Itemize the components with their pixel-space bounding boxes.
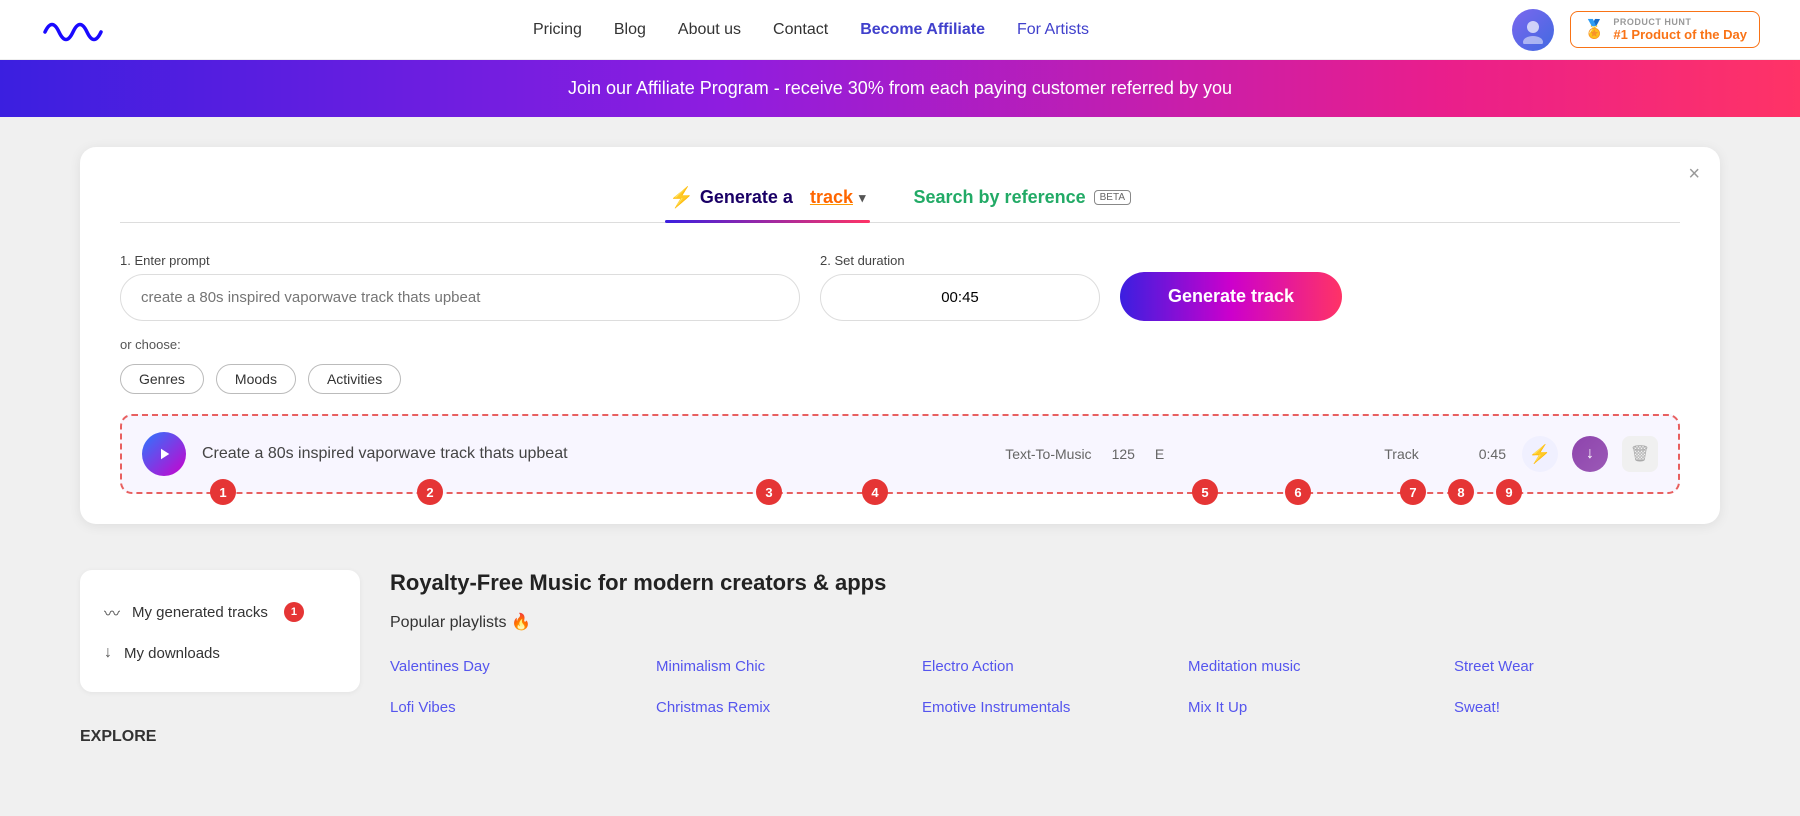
nav-affiliate[interactable]: Become Affiliate [860,21,985,39]
playlist-sweat[interactable]: Sweat! [1454,693,1720,722]
playlist-meditation-music[interactable]: Meditation music [1188,652,1454,681]
prompt-input[interactable] [120,274,800,321]
nav-pricing[interactable]: Pricing [533,21,582,39]
duration-input[interactable] [820,274,1100,321]
nav-contact[interactable]: Contact [773,21,828,39]
tracks-area: Royalty-Free Music for modern creators &… [390,570,1720,754]
form-row: 1. Enter prompt 2. Set duration Generate… [120,253,1680,321]
download-icon: ↓ [104,644,112,662]
generated-label: My generated tracks [132,604,268,621]
tab-search-text: Search by reference [914,187,1086,208]
bottom-section: 〰 My generated tracks 1 ↓ My downloads E… [0,570,1800,754]
track-label: Track [1384,446,1418,462]
nav-artists[interactable]: For Artists [1017,21,1089,39]
prompt-label: 1. Enter prompt [120,253,800,268]
beta-badge: BETA [1094,190,1131,205]
bubble-8: 8 [1448,479,1474,505]
playlist-electro-action[interactable]: Electro Action [922,652,1188,681]
track-type: Text-To-Music [1005,446,1091,462]
sidebar-item-downloads[interactable]: ↓ My downloads [104,634,336,672]
tab-search[interactable]: Search by reference BETA [910,177,1136,222]
bubble-9: 9 [1496,479,1522,505]
track-key: E [1155,446,1164,462]
navbar-right: 🏅 PRODUCT HUNT #1 Product of the Day [1512,9,1760,51]
affiliate-banner[interactable]: Join our Affiliate Program - receive 30%… [0,60,1800,117]
ph-label: PRODUCT HUNT [1613,17,1747,27]
nav-about[interactable]: About us [678,21,741,39]
bubble-6: 6 [1285,479,1311,505]
tabs: ⚡ Generate a track ▾ Search by reference… [120,177,1680,223]
delete-button[interactable]: 🗑 [1622,436,1658,472]
activities-button[interactable]: Activities [308,364,401,394]
playlist-emotive-instrumentals[interactable]: Emotive Instrumentals [922,693,1188,722]
chevron-down-icon: ▾ [859,190,866,206]
ph-title: #1 Product of the Day [1613,27,1747,42]
genres-button[interactable]: Genres [120,364,204,394]
bubble-4: 4 [862,479,888,505]
logo[interactable] [40,12,110,47]
playlist-street-wear[interactable]: Street Wear [1454,652,1720,681]
sidebar: 〰 My generated tracks 1 ↓ My downloads E… [80,570,360,754]
track-meta: Text-To-Music 125 E Track 0:45 [1005,446,1506,462]
playlist-mix-it-up[interactable]: Mix It Up [1188,693,1454,722]
track-duration: 0:45 [1479,446,1506,462]
bubble-7: 7 [1400,479,1426,505]
duration-group: 2. Set duration [820,253,1100,321]
playlist-valentines-day[interactable]: Valentines Day [390,652,656,681]
product-hunt-badge[interactable]: 🏅 PRODUCT HUNT #1 Product of the Day [1570,11,1760,48]
playlist-grid: Valentines Day Minimalism Chic Electro A… [390,652,1720,722]
duration-label: 2. Set duration [820,253,1100,268]
tab-generate-text: Generate a [700,187,793,208]
bubble-2: 2 [417,479,443,505]
navbar: Pricing Blog About us Contact Become Aff… [0,0,1800,60]
playlist-minimalism-chic[interactable]: Minimalism Chic [656,652,922,681]
tab-generate[interactable]: ⚡ Generate a track ▾ [665,177,870,222]
trophy-icon: 🏅 [1583,19,1605,40]
downloads-label: My downloads [124,645,220,662]
waveform-icon: 〰 [104,600,120,624]
playlist-christmas-remix[interactable]: Christmas Remix [656,693,922,722]
bolt-icon: ⚡ [669,185,694,210]
generator-card: × ⚡ Generate a track ▾ Search by referen… [80,147,1720,524]
track-title: Create a 80s inspired vaporwave track th… [202,445,989,463]
track-bpm: 125 [1112,446,1135,462]
bubble-1: 1 [210,479,236,505]
banner-text: Join our Affiliate Program - receive 30%… [568,78,1232,98]
popular-label: Popular playlists 🔥 [390,612,1720,632]
tracks-title: Royalty-Free Music for modern creators &… [390,570,1720,596]
tab-track-word: track [810,187,853,208]
or-choose-text: or choose: [120,337,1680,352]
explore-title: EXPLORE [80,712,360,754]
avatar[interactable] [1512,9,1554,51]
playlist-lofi-vibes[interactable]: Lofi Vibes [390,693,656,722]
generate-button[interactable]: Generate track [1120,272,1342,321]
sidebar-item-generated[interactable]: 〰 My generated tracks 1 [104,590,336,634]
nav-links: Pricing Blog About us Contact Become Aff… [533,21,1089,39]
main-top: × ⚡ Generate a track ▾ Search by referen… [0,117,1800,554]
regenerate-button[interactable]: ⚡ [1522,436,1558,472]
prompt-group: 1. Enter prompt [120,253,800,321]
download-button[interactable]: ↓ [1572,436,1608,472]
generated-count-badge: 1 [284,602,304,622]
play-button[interactable] [142,432,186,476]
bubble-5: 5 [1192,479,1218,505]
track-actions: ⚡ ↓ 🗑 [1522,436,1658,472]
bubble-3: 3 [756,479,782,505]
sidebar-card: 〰 My generated tracks 1 ↓ My downloads [80,570,360,692]
moods-button[interactable]: Moods [216,364,296,394]
product-hunt-text: PRODUCT HUNT #1 Product of the Day [1613,17,1747,42]
tag-buttons: Genres Moods Activities [120,364,1680,394]
track-row: Create a 80s inspired vaporwave track th… [120,414,1680,494]
close-button[interactable]: × [1688,163,1700,186]
nav-blog[interactable]: Blog [614,21,646,39]
